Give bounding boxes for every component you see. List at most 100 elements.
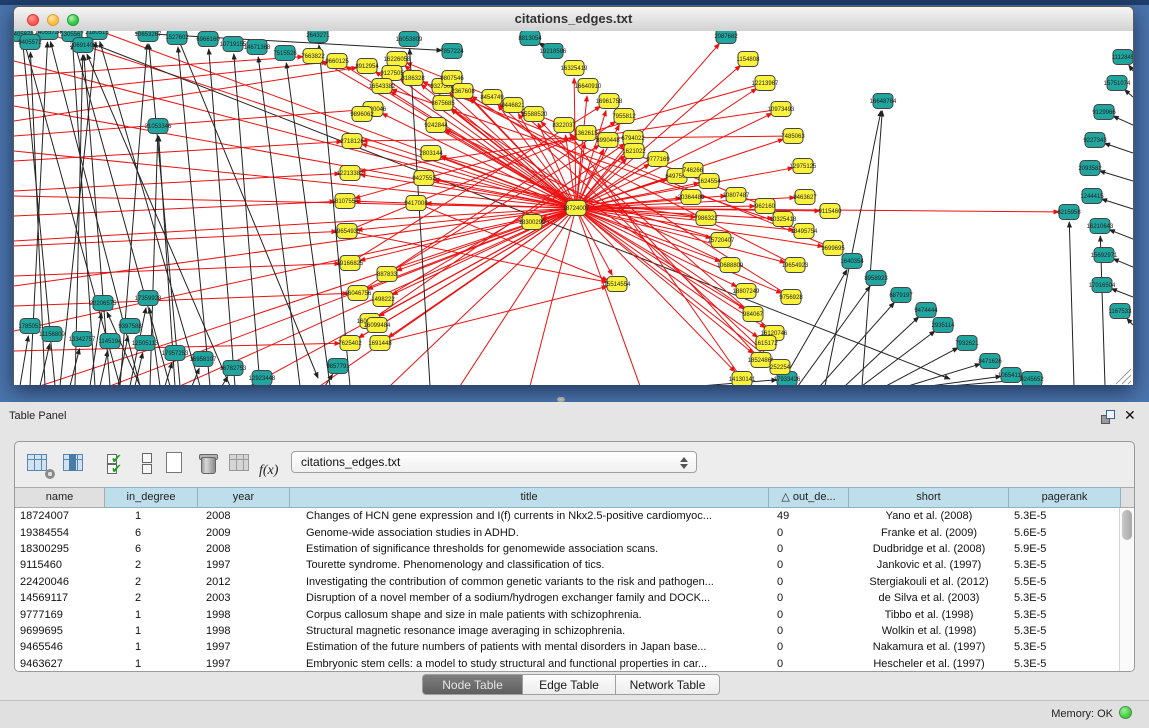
graph-node[interactable]: 1145194 — [99, 334, 123, 349]
graph-node[interactable]: 18107554 — [332, 194, 359, 209]
graph-node[interactable]: 16961758 — [596, 94, 623, 109]
graph-node[interactable]: 9474444 — [914, 303, 938, 318]
graph-node[interactable]: 16640910 — [575, 79, 602, 94]
column-header-short[interactable]: short — [849, 487, 1009, 508]
graph-node[interactable]: 12213967 — [752, 76, 779, 91]
table-row[interactable]: 2242004622012Investigating the contribut… — [15, 574, 1121, 590]
tab-network-table[interactable]: Network Table — [616, 674, 720, 695]
delete-column-icon[interactable] — [195, 451, 223, 477]
graph-node[interactable]: 9397588 — [118, 319, 142, 334]
graph-node[interactable]: 19218586 — [540, 44, 567, 59]
graph-node[interactable]: 1154808 — [737, 52, 761, 67]
graph-node[interactable]: 6879197 — [889, 288, 913, 303]
graph-node[interactable]: 16325419 — [561, 61, 588, 76]
graph-node[interactable]: 7857224 — [440, 44, 464, 59]
graph-node[interactable]: 17016504 — [1089, 278, 1116, 293]
graph-node[interactable]: 19166825 — [337, 256, 364, 271]
graph-node[interactable]: 9115460 — [819, 204, 843, 219]
graph-node[interactable]: 2367608 — [451, 84, 475, 99]
graph-node[interactable]: 1615172 — [754, 336, 778, 351]
graph-node[interactable]: 1112845 — [1112, 50, 1133, 65]
graph-node[interactable]: 9129966 — [1092, 105, 1116, 120]
show-columns-icon[interactable] — [61, 451, 89, 477]
graph-node[interactable]: 16648784 — [870, 94, 897, 109]
graph-node[interactable]: 8471626 — [978, 354, 1002, 369]
graph-node[interactable]: 1167533 — [1109, 304, 1133, 319]
vertical-scrollbar[interactable] — [1119, 508, 1134, 672]
table-row[interactable]: 946362711997Embryonic stem cells: a mode… — [15, 656, 1121, 672]
graph-node[interactable]: 7515526 — [273, 46, 297, 61]
function-builder-icon[interactable]: f(x) — [259, 451, 287, 477]
graph-node[interactable]: 887833 — [377, 267, 398, 282]
graph-node[interactable]: 1362615 — [574, 126, 598, 141]
graph-node[interactable]: 7932621 — [955, 336, 979, 351]
table-row[interactable]: 1830029562008Estimation of significance … — [15, 541, 1121, 557]
graph-node[interactable]: 9417008 — [404, 196, 428, 211]
window-titlebar[interactable]: citations_edges.txt — [14, 7, 1133, 32]
graph-node[interactable]: 16226058 — [384, 52, 411, 67]
float-panel-icon[interactable] — [1101, 410, 1115, 424]
graph-node[interactable]: 8186328 — [401, 71, 425, 86]
graph-node[interactable]: 1691448 — [368, 336, 392, 351]
graph-node[interactable]: 2935114 — [932, 318, 956, 333]
graph-node[interactable]: 11156809 — [39, 327, 65, 342]
graph-node[interactable]: 18724007 — [563, 201, 590, 216]
graph-node[interactable]: 16099484 — [364, 318, 391, 333]
graph-node[interactable]: 10688809 — [717, 258, 744, 273]
graph-node[interactable]: 984067 — [743, 307, 764, 322]
graph-node[interactable]: 20691406 — [70, 38, 97, 53]
graph-node[interactable]: 9699695 — [821, 241, 845, 256]
graph-node[interactable]: 252254 — [770, 360, 791, 375]
graph-node[interactable]: 7663822 — [301, 49, 325, 64]
graph-node[interactable]: 16053809 — [396, 32, 423, 47]
graph-node[interactable]: 3675685 — [431, 96, 455, 111]
graph-node[interactable]: 20364486 — [678, 190, 705, 205]
graph-node[interactable]: 9427552 — [412, 171, 436, 186]
graph-node[interactable]: 19654923 — [782, 258, 809, 273]
splitter-handle[interactable] — [557, 397, 565, 402]
graph-node[interactable]: 8813054 — [518, 31, 542, 46]
delete-table-icon[interactable] — [227, 451, 255, 477]
table-row[interactable]: 1456911722003Disruption of a novel membe… — [15, 590, 1121, 606]
graph-node[interactable]: 2087682 — [714, 31, 738, 44]
graph-node[interactable]: 10973493 — [768, 102, 795, 117]
select-rows-icon[interactable]: ✔✔ — [99, 451, 127, 477]
graph-node[interactable]: 6966160 — [196, 32, 220, 47]
graph-node[interactable]: 8990448 — [596, 133, 620, 148]
graph-node[interactable]: 8958923 — [864, 271, 888, 286]
graph-node[interactable]: 7986322 — [694, 211, 718, 226]
graph-node[interactable]: 7485063 — [781, 129, 805, 144]
new-column-icon[interactable] — [161, 451, 189, 477]
graph-node[interactable]: 13342757 — [69, 332, 96, 347]
graph-node[interactable]: 9242844 — [424, 118, 448, 133]
column-header-title[interactable]: title — [290, 487, 769, 508]
table-settings-icon[interactable] — [25, 451, 53, 477]
graph-node[interactable]: 12975125 — [790, 159, 817, 174]
graph-node[interactable]: 12213382 — [337, 166, 364, 181]
resize-grip[interactable] — [1116, 369, 1131, 384]
graph-node[interactable]: 12505113 — [132, 336, 159, 351]
graph-node[interactable]: 16958107 — [190, 352, 217, 367]
table-row[interactable]: 946554611997Estimation of the future num… — [15, 639, 1121, 655]
graph-node[interactable]: 2093582 — [1078, 161, 1102, 176]
graph-node[interactable]: 19654935 — [334, 224, 361, 239]
graph-node[interactable]: 15692971 — [1091, 248, 1118, 263]
table-row[interactable]: 969969511998Structural magnetic resonanc… — [15, 623, 1121, 639]
graph-node[interactable]: 16543382 — [369, 79, 396, 94]
graph-node[interactable]: 1527602 — [165, 31, 189, 45]
column-header-year[interactable]: year — [198, 487, 290, 508]
graph-node[interactable]: 9227343 — [1083, 133, 1107, 148]
column-header-name[interactable]: name — [15, 487, 105, 508]
graph-node[interactable]: 20206575 — [90, 296, 117, 311]
graph-node[interactable]: 15514554 — [604, 277, 631, 292]
column-header-pagerank[interactable]: pagerank — [1009, 487, 1121, 508]
graph-node[interactable]: 18495754 — [791, 224, 818, 239]
graph-node[interactable]: 1621022 — [622, 144, 646, 159]
column-header-out_de[interactable]: △ out_de... — [769, 487, 849, 508]
graph-node[interactable]: 962160 — [755, 199, 776, 214]
graph-node[interactable]: 15588520 — [521, 107, 548, 122]
graph-node[interactable]: 10325418 — [770, 212, 797, 227]
table-row[interactable]: 1872400712008Changes of HCN gene express… — [15, 508, 1121, 524]
table-row[interactable]: 977716911998Corpus callosum shape and si… — [15, 606, 1121, 622]
graph-node[interactable]: 2643271 — [306, 31, 330, 43]
